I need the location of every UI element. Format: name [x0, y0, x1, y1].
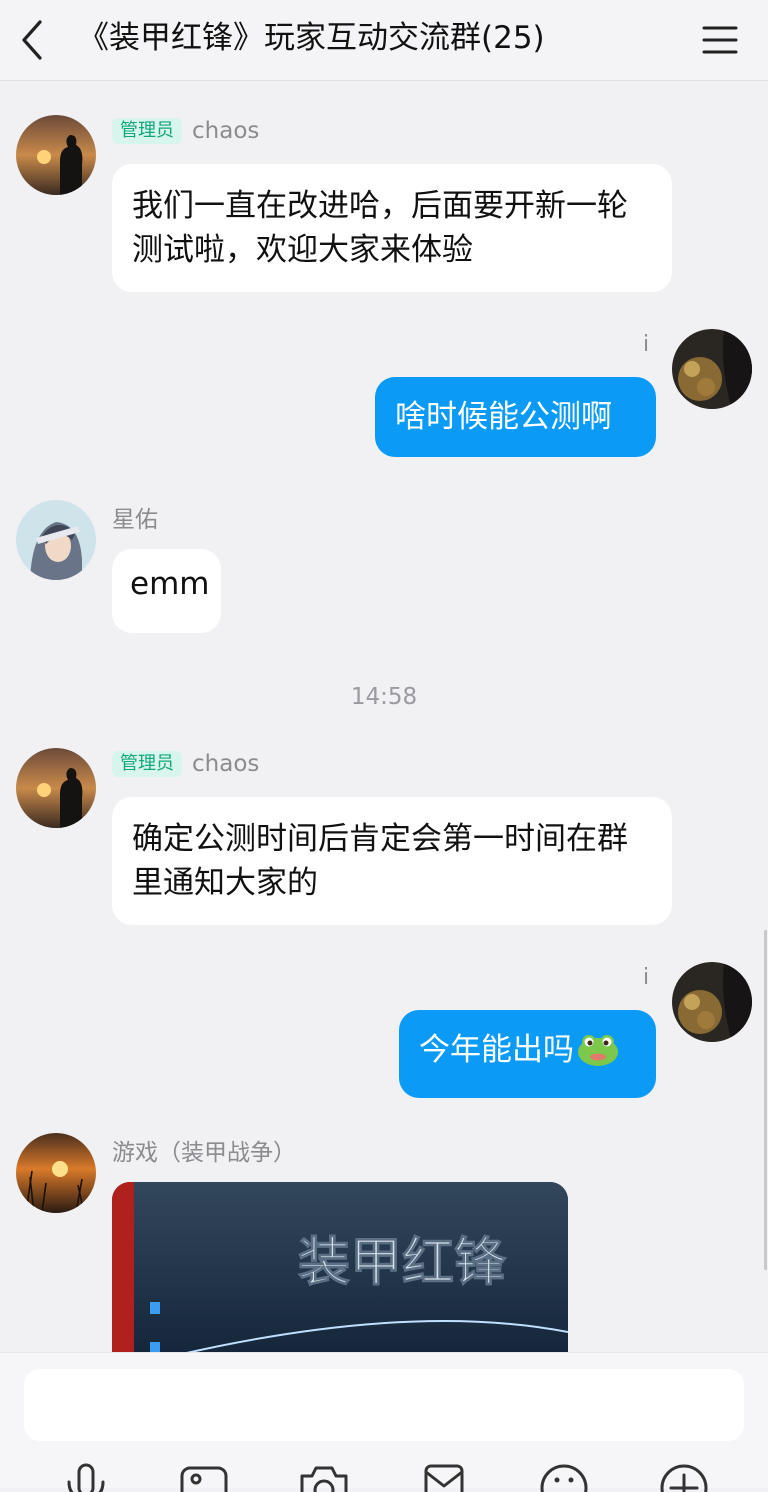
red-packet-icon[interactable]	[418, 1462, 470, 1492]
avatar[interactable]	[16, 500, 96, 580]
frog-emoji-icon	[576, 1028, 620, 1080]
image-icon[interactable]	[178, 1462, 230, 1492]
message-bubble[interactable]: 我们一直在改进哈，后面要开新一轮测试啦，欢迎大家来体验	[112, 164, 672, 292]
camera-icon[interactable]	[298, 1462, 350, 1492]
sender-name: chaos	[192, 118, 260, 144]
game-logo-text: 装甲红锋	[298, 1233, 507, 1293]
sender-line: 管理员 chaos	[112, 116, 259, 146]
voice-icon[interactable]	[60, 1462, 112, 1492]
admin-badge: 管理员	[112, 751, 182, 777]
message-bubble[interactable]: 确定公测时间后肯定会第一时间在群里通知大家的	[112, 797, 672, 925]
timestamp: 14:58	[350, 684, 418, 710]
image-message[interactable]: 装甲红锋	[112, 1182, 568, 1354]
sender-name: i	[642, 332, 650, 357]
avatar[interactable]	[672, 962, 752, 1042]
message-bubble[interactable]: 啥时候能公测啊	[375, 377, 656, 457]
plus-icon[interactable]	[658, 1462, 710, 1492]
sender-line: 游戏（装甲战争）	[112, 1135, 296, 1166]
avatar[interactable]	[16, 748, 96, 828]
admin-badge: 管理员	[112, 118, 182, 144]
message-text: 今年能出吗	[419, 1032, 574, 1068]
sender-line: 星佑	[112, 502, 158, 533]
chat-title: 《装甲红锋》玩家互动交流群(25)	[78, 20, 545, 56]
sender-name: chaos	[192, 751, 260, 777]
message-bubble[interactable]: emm	[112, 549, 221, 633]
avatar[interactable]	[672, 329, 752, 409]
avatar[interactable]	[16, 1133, 96, 1213]
sender-name: i	[642, 965, 650, 990]
menu-icon[interactable]	[698, 20, 742, 60]
back-icon[interactable]	[14, 18, 54, 62]
message-input[interactable]	[24, 1369, 744, 1441]
message-bubble[interactable]: 今年能出吗	[399, 1010, 656, 1098]
sender-name: 游戏（装甲战争）	[112, 1140, 296, 1166]
sender-line: 管理员 chaos	[112, 749, 259, 779]
scrollbar[interactable]	[764, 930, 767, 1270]
sender-name: 星佑	[112, 507, 158, 533]
emoji-icon[interactable]	[538, 1462, 590, 1492]
input-area	[0, 1352, 768, 1488]
chat-header: 《装甲红锋》玩家互动交流群(25)	[0, 0, 768, 81]
avatar[interactable]	[16, 115, 96, 195]
